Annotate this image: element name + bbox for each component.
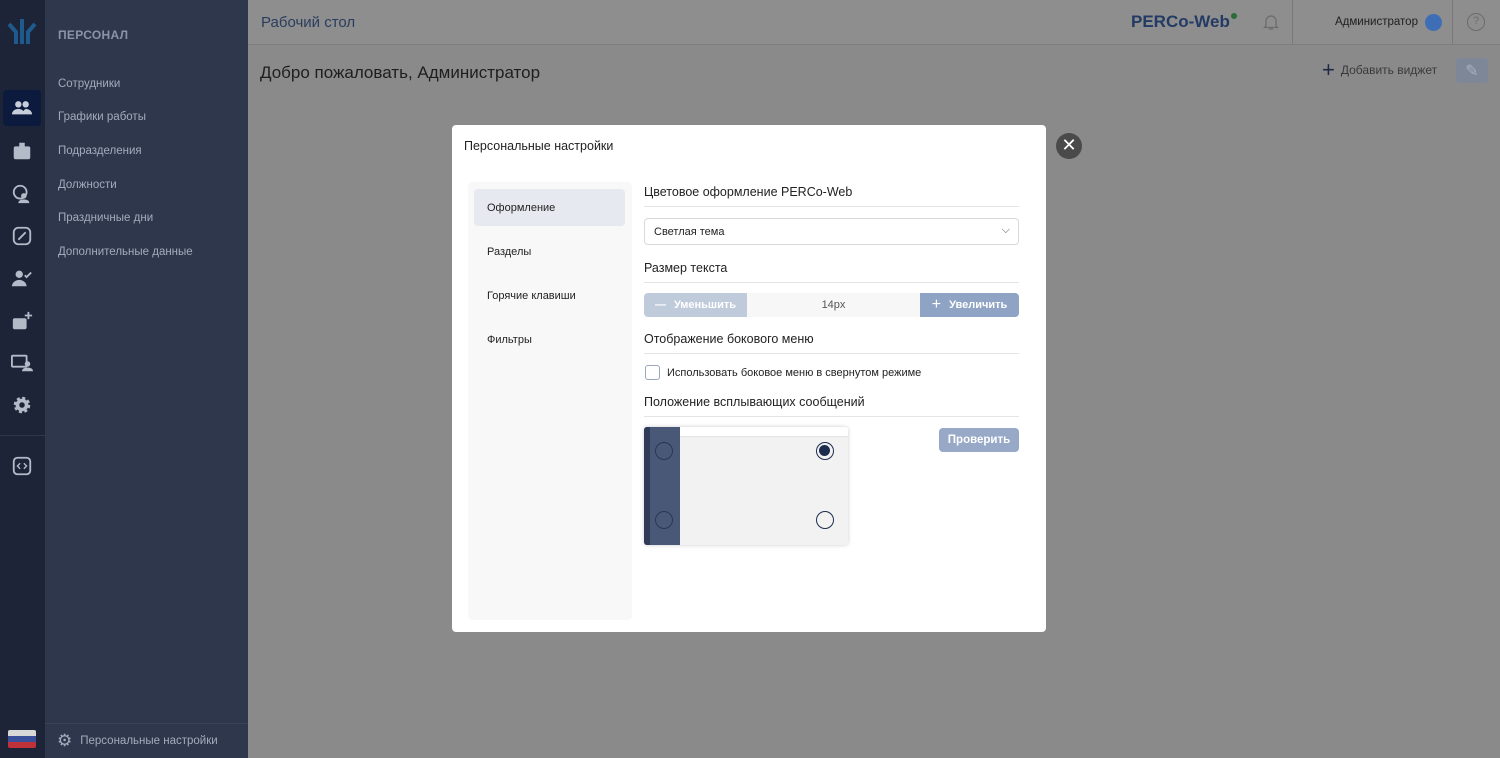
welcome-heading: Добро пожаловать, Администратор [260,63,541,82]
popup-section-title: Положение всплывающих сообщений [644,395,1019,417]
radio-top-left[interactable] [655,442,673,460]
nav-code-icon[interactable] [3,448,41,484]
nav-user-check-icon[interactable] [3,260,41,296]
dialog-title: Персональные настройки [464,139,614,153]
checkbox-icon [645,365,660,380]
nav-staff-icon[interactable] [3,90,41,126]
nav-badge-add-icon[interactable] [3,303,41,339]
add-widget-button[interactable]: + Добавить виджет [1322,57,1438,82]
radio-bottom-left[interactable] [655,511,673,529]
collapsed-menu-checkbox[interactable]: Использовать боковое меню в свернутом ре… [645,365,921,380]
menu-item-employees[interactable]: Сотрудники [58,78,120,90]
gear-icon: ⚙ [57,731,73,750]
decrease-button[interactable]: — Уменьшить [644,293,747,317]
tab-hotkeys[interactable]: Горячие клавиши [474,277,625,314]
icon-rail [0,0,45,758]
text-size-section-title: Размер текста [644,261,1019,283]
bell-icon[interactable] [1263,13,1279,31]
edit-button[interactable]: ✎ [1456,58,1488,83]
add-widget-label: Добавить виджет [1340,63,1438,77]
checkbox-label: Использовать боковое меню в свернутом ре… [667,366,922,379]
menu-item-schedules[interactable]: Графики работы [58,111,146,123]
pencil-icon: ✎ [1465,62,1479,80]
personal-settings-label: Персональные настройки [80,735,218,747]
divider [1292,0,1293,45]
top-bar: Рабочий стол PERCo-Web Администратор ? [248,0,1500,45]
perco-logo [7,19,37,44]
tab-appearance[interactable]: Оформление [474,189,625,226]
side-menu-section-title: Отображение бокового меню [644,332,1019,354]
preview-topbar [680,427,848,437]
menu-item-holidays[interactable]: Праздничные дни [58,212,153,224]
menu-item-extra-data[interactable]: Дополнительные данные [58,246,193,258]
color-section-title: Цветовое оформление PERCo-Web [644,185,1019,207]
nav-badge-icon[interactable] [3,133,41,169]
plus-icon: + [1322,57,1335,82]
menu-item-positions[interactable]: Должности [58,179,117,191]
divider [0,435,45,436]
nav-settings-icon[interactable] [3,387,41,423]
text-size-stepper: — Уменьшить 14px + Увеличить [644,293,1019,317]
theme-value: Светлая тема [654,226,725,238]
nav-monitor-user-icon[interactable] [3,345,41,381]
popup-position-preview [644,427,848,545]
increase-button[interactable]: + Увеличить [920,293,1019,317]
plus-icon: + [931,296,942,313]
page-title: Рабочий стол [261,14,356,31]
chevron-down-icon: ⌵ [1001,224,1010,236]
personal-settings-dialog: Персональные настройки Оформление Раздел… [452,125,1046,632]
tab-filters[interactable]: Фильтры [474,321,625,358]
nav-link-icon[interactable] [3,218,41,254]
user-name[interactable]: Администратор [1335,16,1418,28]
language-flag-icon[interactable] [8,730,36,748]
section-menu: ПЕРСОНАЛ Сотрудники Графики работы Подра… [45,0,248,758]
close-icon[interactable]: ✕ [1056,133,1082,159]
divider [1452,0,1453,45]
minus-icon: — [654,299,666,311]
brand-logo: PERCo-Web [1131,12,1237,32]
menu-item-departments[interactable]: Подразделения [58,145,142,157]
theme-select[interactable]: Светлая тема ⌵ [644,218,1019,245]
settings-nav: Оформление Разделы Горячие клавиши Фильт… [468,182,632,620]
text-size-value: 14px [747,293,920,317]
radio-top-right[interactable] [816,442,834,460]
avatar[interactable] [1425,14,1442,31]
tab-sections[interactable]: Разделы [474,233,625,270]
help-icon[interactable]: ? [1467,13,1485,31]
test-popup-button[interactable]: Проверить [939,428,1019,452]
section-title: ПЕРСОНАЛ [58,28,129,42]
radio-bottom-right[interactable] [816,511,834,529]
nav-access-icon[interactable] [3,176,41,212]
personal-settings-link[interactable]: ⚙ Персональные настройки [45,723,248,758]
